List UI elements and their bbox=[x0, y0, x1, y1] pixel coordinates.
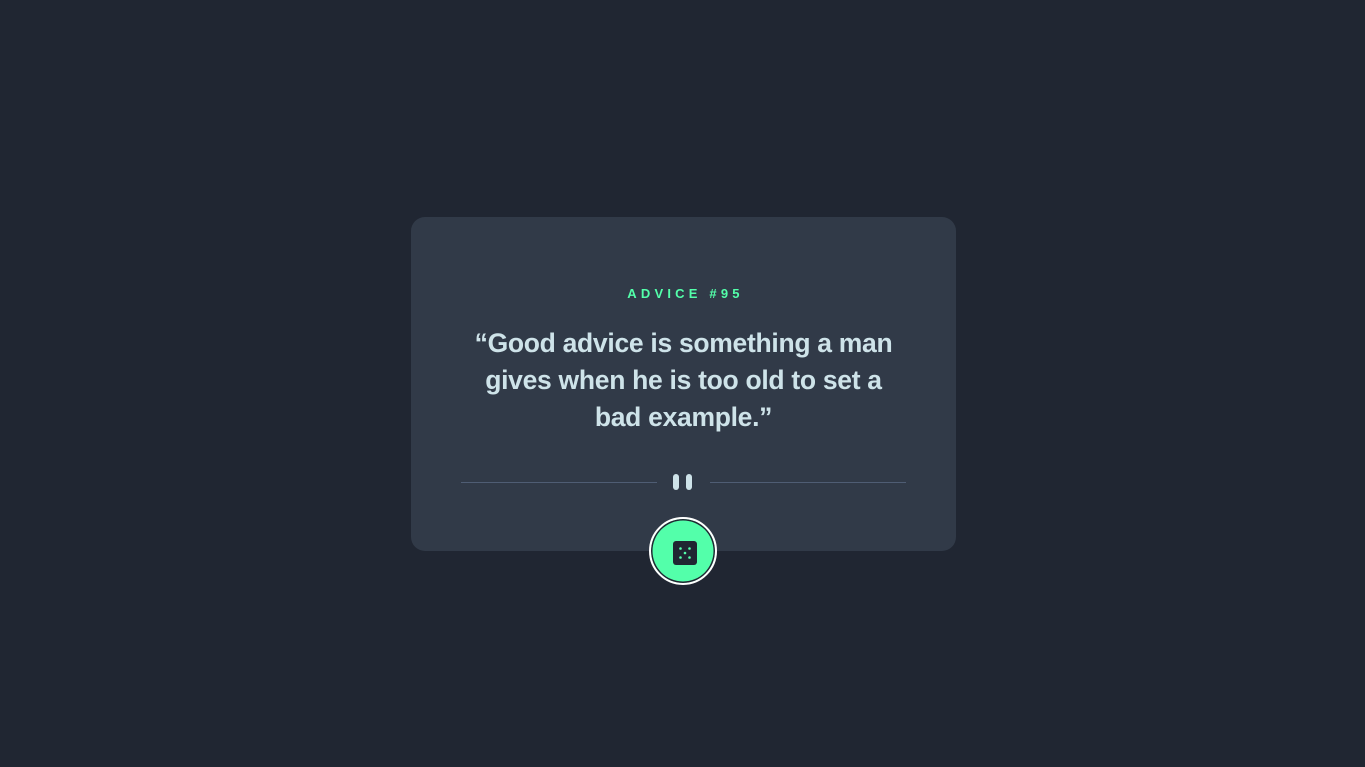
divider bbox=[461, 473, 906, 491]
page: ADVICE #95 “Good advice is something a m… bbox=[0, 0, 1365, 767]
divider-line-left bbox=[461, 482, 657, 483]
pause-bar-right bbox=[686, 474, 692, 490]
divider-line-right bbox=[710, 482, 906, 483]
pause-bar-left bbox=[673, 474, 679, 490]
dice-icon bbox=[673, 541, 697, 565]
new-advice-button[interactable] bbox=[649, 517, 717, 585]
advice-id: ADVICE #95 bbox=[627, 286, 744, 301]
advice-quote: “Good advice is something a man gives wh… bbox=[474, 328, 893, 432]
advice-card: ADVICE #95 “Good advice is something a m… bbox=[411, 217, 956, 551]
pause-quote-icon bbox=[672, 473, 695, 491]
